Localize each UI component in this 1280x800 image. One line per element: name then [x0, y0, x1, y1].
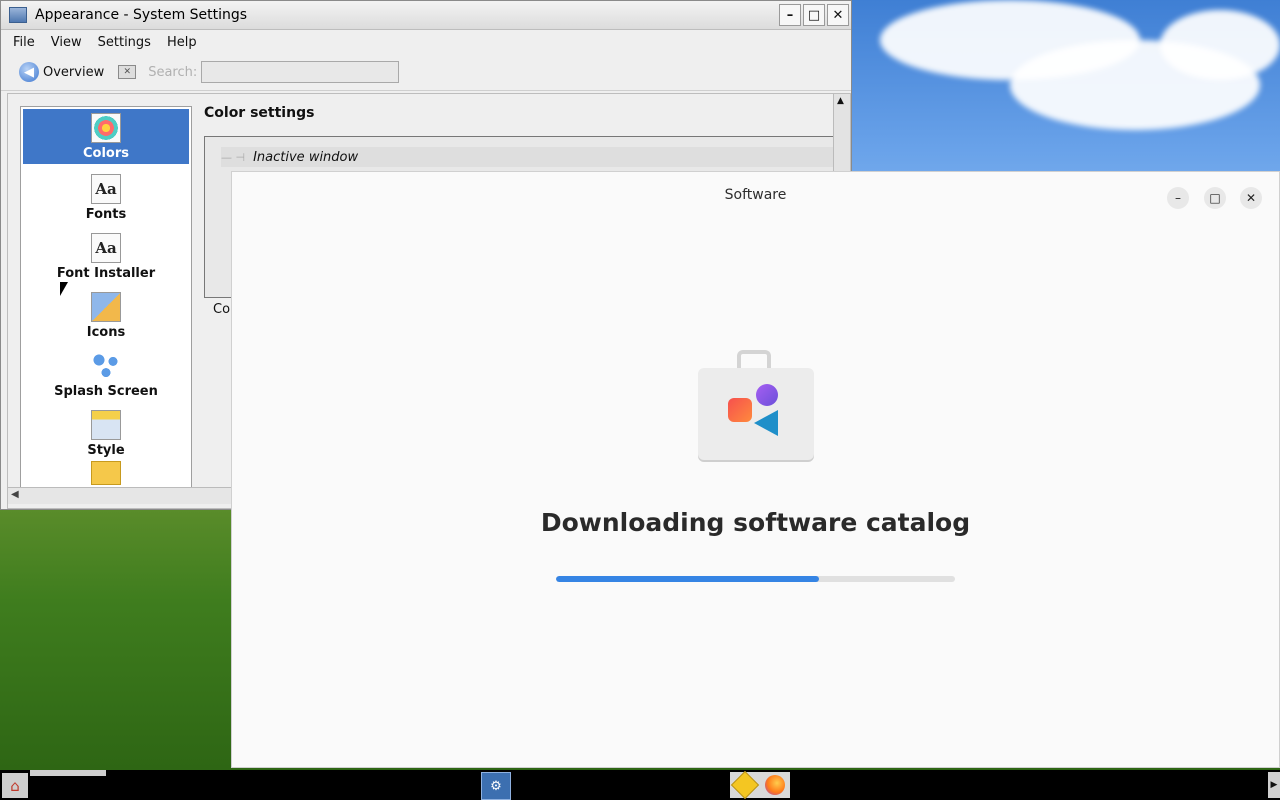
- sidebar-item-style[interactable]: Style: [21, 402, 191, 461]
- toolbar: ◀ Overview ✕ Search:: [1, 54, 851, 91]
- system-settings-task-icon[interactable]: ⚙: [481, 772, 511, 800]
- sidebar-item-icons[interactable]: Icons: [21, 284, 191, 343]
- package-updater-icon[interactable]: [730, 770, 760, 800]
- minimize-button[interactable]: –: [1167, 187, 1189, 209]
- purple-circle-shape: [756, 384, 778, 406]
- overview-button[interactable]: Overview: [43, 65, 104, 80]
- window-decoration-icon: — ⊣: [221, 150, 246, 164]
- cube-icon: [91, 461, 121, 485]
- system-settings-icon: [9, 7, 27, 23]
- red-square-shape: [728, 398, 752, 422]
- inactive-window-label: Inactive window: [253, 149, 359, 165]
- taskbar-strip: [30, 770, 106, 776]
- taskbar: ⌂ ⚙ ▶: [0, 770, 1280, 800]
- color-palette-icon: [91, 113, 121, 143]
- maximize-button[interactable]: □: [803, 4, 825, 26]
- cloud: [1160, 10, 1280, 80]
- font-installer-icon: Aa: [91, 233, 121, 263]
- system-tray: [730, 770, 790, 800]
- sidebar-item-label: Icons: [86, 325, 126, 340]
- sidebar-item-label: Style: [87, 443, 125, 458]
- inactive-window-preview: — ⊣ Inactive window: [221, 147, 833, 167]
- sidebar-item-colors[interactable]: Colors: [23, 109, 189, 164]
- back-arrow-icon[interactable]: ◀: [19, 62, 39, 82]
- search-label: Search:: [148, 64, 198, 80]
- module-sidebar: Colors Aa Fonts Aa Font Installer Icons …: [20, 106, 192, 490]
- sidebar-item-label: Splash Screen: [54, 384, 158, 399]
- window-title: Appearance - System Settings: [35, 7, 248, 23]
- status-heading: Downloading software catalog: [540, 508, 971, 537]
- sidebar-item-label: Colors: [82, 146, 129, 161]
- progress-fill: [556, 576, 820, 582]
- scroll-left-arrow-icon[interactable]: ◀: [11, 489, 19, 500]
- style-window-icon: [91, 410, 121, 440]
- sidebar-item-label: Font Installer: [56, 266, 156, 281]
- maximize-button[interactable]: □: [1204, 187, 1226, 209]
- close-button[interactable]: ✕: [827, 4, 849, 26]
- menu-bar: File View Settings Help: [1, 30, 851, 54]
- clear-search-icon[interactable]: ✕: [118, 65, 137, 79]
- scroll-up-arrow-icon[interactable]: ▲: [837, 96, 844, 106]
- window-title: Software: [724, 187, 787, 203]
- home-launcher-icon[interactable]: ⌂: [2, 773, 28, 798]
- icons-theme-icon: [91, 292, 121, 322]
- menu-file[interactable]: File: [13, 35, 35, 50]
- font-icon: Aa: [91, 174, 121, 204]
- close-button[interactable]: ✕: [1240, 187, 1262, 209]
- bag-handle: [737, 350, 771, 368]
- blue-triangle-shape: [754, 410, 778, 436]
- sidebar-item-partial[interactable]: [21, 461, 191, 489]
- mouse-cursor: [60, 282, 68, 296]
- splash-bubbles-icon: [92, 353, 120, 381]
- sidebar-item-fonts[interactable]: Aa Fonts: [21, 166, 191, 225]
- horizontal-scrollbar[interactable]: ◀: [8, 487, 233, 504]
- sidebar-item-font-installer[interactable]: Aa Font Installer: [21, 225, 191, 284]
- firefox-icon[interactable]: [765, 775, 785, 795]
- download-progress-bar: [556, 576, 955, 582]
- menu-help[interactable]: Help: [167, 35, 197, 50]
- minimize-button[interactable]: –: [779, 4, 801, 26]
- software-window: Software – □ ✕ Downloading software cata…: [231, 171, 1280, 768]
- menu-view[interactable]: View: [51, 35, 82, 50]
- menu-settings[interactable]: Settings: [98, 35, 151, 50]
- software-bag-icon: [698, 350, 814, 460]
- page-title: Color settings: [204, 105, 315, 121]
- taskbar-more-arrow-icon[interactable]: ▶: [1268, 772, 1280, 798]
- sidebar-item-splash-screen[interactable]: Splash Screen: [21, 343, 191, 402]
- sidebar-item-label: Fonts: [85, 207, 127, 222]
- title-bar[interactable]: Appearance - System Settings – □ ✕: [1, 1, 851, 30]
- search-input[interactable]: [201, 61, 400, 83]
